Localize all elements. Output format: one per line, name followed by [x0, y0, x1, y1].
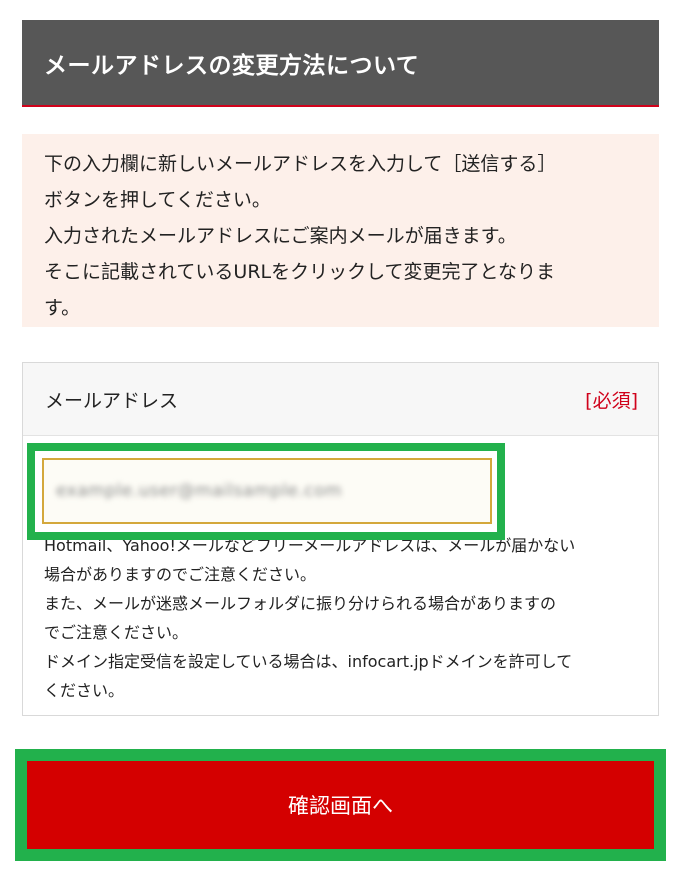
notice-line: そこに記載されているURLをクリックして変更完了となりま	[44, 261, 555, 283]
note-line: また、メールが迷惑メールフォルダに振り分けられる場合がありますの	[44, 594, 557, 613]
form-field-header: メールアドレス [必須]	[23, 363, 658, 436]
required-badge: [必須]	[585, 389, 638, 412]
email-input-highlight: example.user@mailsample.com	[27, 443, 505, 540]
email-notes: Hotmail、Yahoo!メールなどフリーメールアドレスは、メールが届かない …	[44, 531, 644, 705]
email-input-value: example.user@mailsample.com	[56, 481, 343, 501]
notice-line: ボタンを押してください。	[44, 189, 271, 211]
confirm-button-highlight: 確認画面へ	[15, 749, 666, 861]
notice-line: す。	[44, 297, 81, 319]
confirm-button[interactable]: 確認画面へ	[27, 761, 654, 849]
note-line: ドメイン指定受信を設定している場合は、infocart.jpドメインを許可して	[44, 652, 573, 671]
email-field-label: メールアドレス	[45, 389, 179, 412]
note-line: 場合がありますのでご注意ください。	[44, 565, 317, 584]
note-line: ください。	[44, 681, 125, 700]
email-input[interactable]: example.user@mailsample.com	[42, 458, 492, 524]
note-line: でご注意ください。	[44, 623, 189, 642]
page-header: メールアドレスの変更方法について	[22, 20, 659, 107]
notice-line: 入力されたメールアドレスにご案内メールが届きます。	[44, 225, 517, 247]
instruction-notice: 下の入力欄に新しいメールアドレスを入力して［送信する］ ボタンを押してください。…	[22, 134, 659, 327]
notice-line: 下の入力欄に新しいメールアドレスを入力して［送信する］	[44, 153, 557, 175]
page-title: メールアドレスの変更方法について	[44, 52, 420, 79]
